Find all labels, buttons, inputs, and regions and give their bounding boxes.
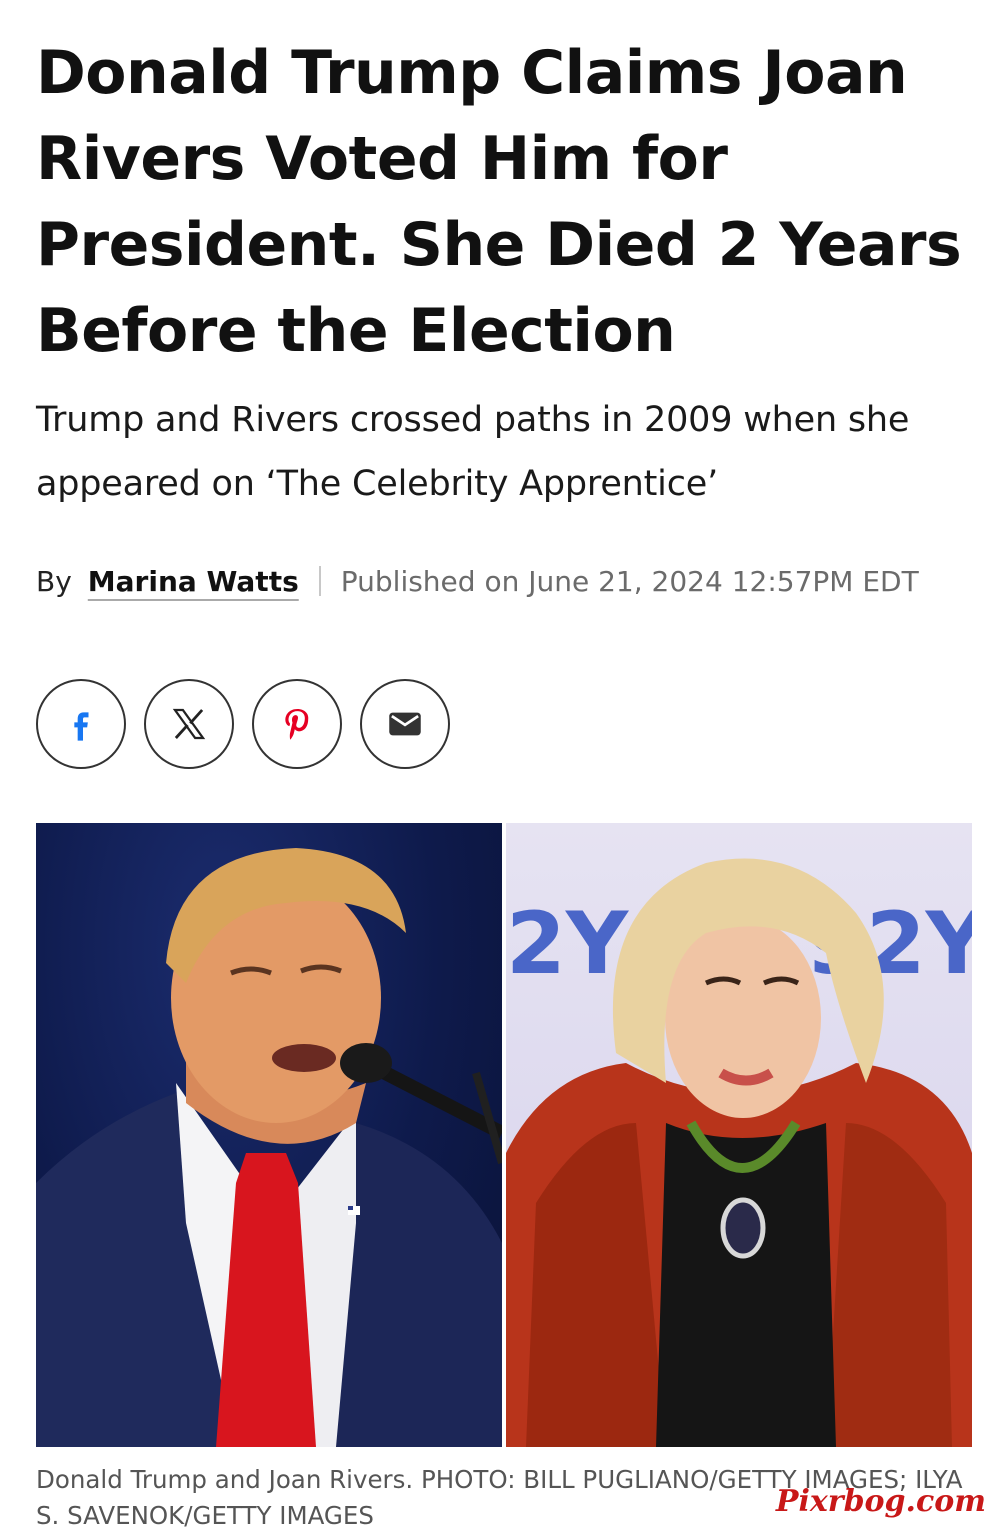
article-headline: Donald Trump Claims Joan Rivers Voted Hi… bbox=[36, 38, 962, 366]
share-buttons bbox=[36, 679, 450, 769]
facebook-icon bbox=[74, 712, 89, 741]
trump-portrait-illustration bbox=[36, 848, 502, 1447]
byline-divider bbox=[318, 566, 321, 596]
x-icon bbox=[172, 708, 206, 740]
trump-photo bbox=[36, 823, 502, 1447]
byline-by-label: By bbox=[36, 564, 72, 598]
share-email-button[interactable] bbox=[360, 679, 450, 769]
share-pinterest-button[interactable] bbox=[252, 679, 342, 769]
rivers-portrait-illustration: 2Y 92Y bbox=[506, 858, 972, 1447]
article-subheadline: Trump and Rivers crossed paths in 2009 w… bbox=[36, 400, 910, 504]
watermark: Pixrbog.com bbox=[775, 1484, 986, 1519]
author-link[interactable]: Marina Watts bbox=[88, 565, 299, 598]
article-hero-image: 2Y 92Y bbox=[36, 823, 972, 1447]
rivers-photo: 2Y 92Y bbox=[506, 823, 972, 1447]
pinterest-icon bbox=[285, 709, 309, 740]
share-x-button[interactable] bbox=[144, 679, 234, 769]
byline: By Marina Watts Published on June 21, 20… bbox=[36, 556, 986, 606]
svg-text:2Y: 2Y bbox=[506, 894, 630, 994]
share-facebook-button[interactable] bbox=[36, 679, 126, 769]
published-date: Published on June 21, 2024 12:57PM EDT bbox=[340, 564, 919, 598]
email-icon bbox=[389, 712, 421, 736]
